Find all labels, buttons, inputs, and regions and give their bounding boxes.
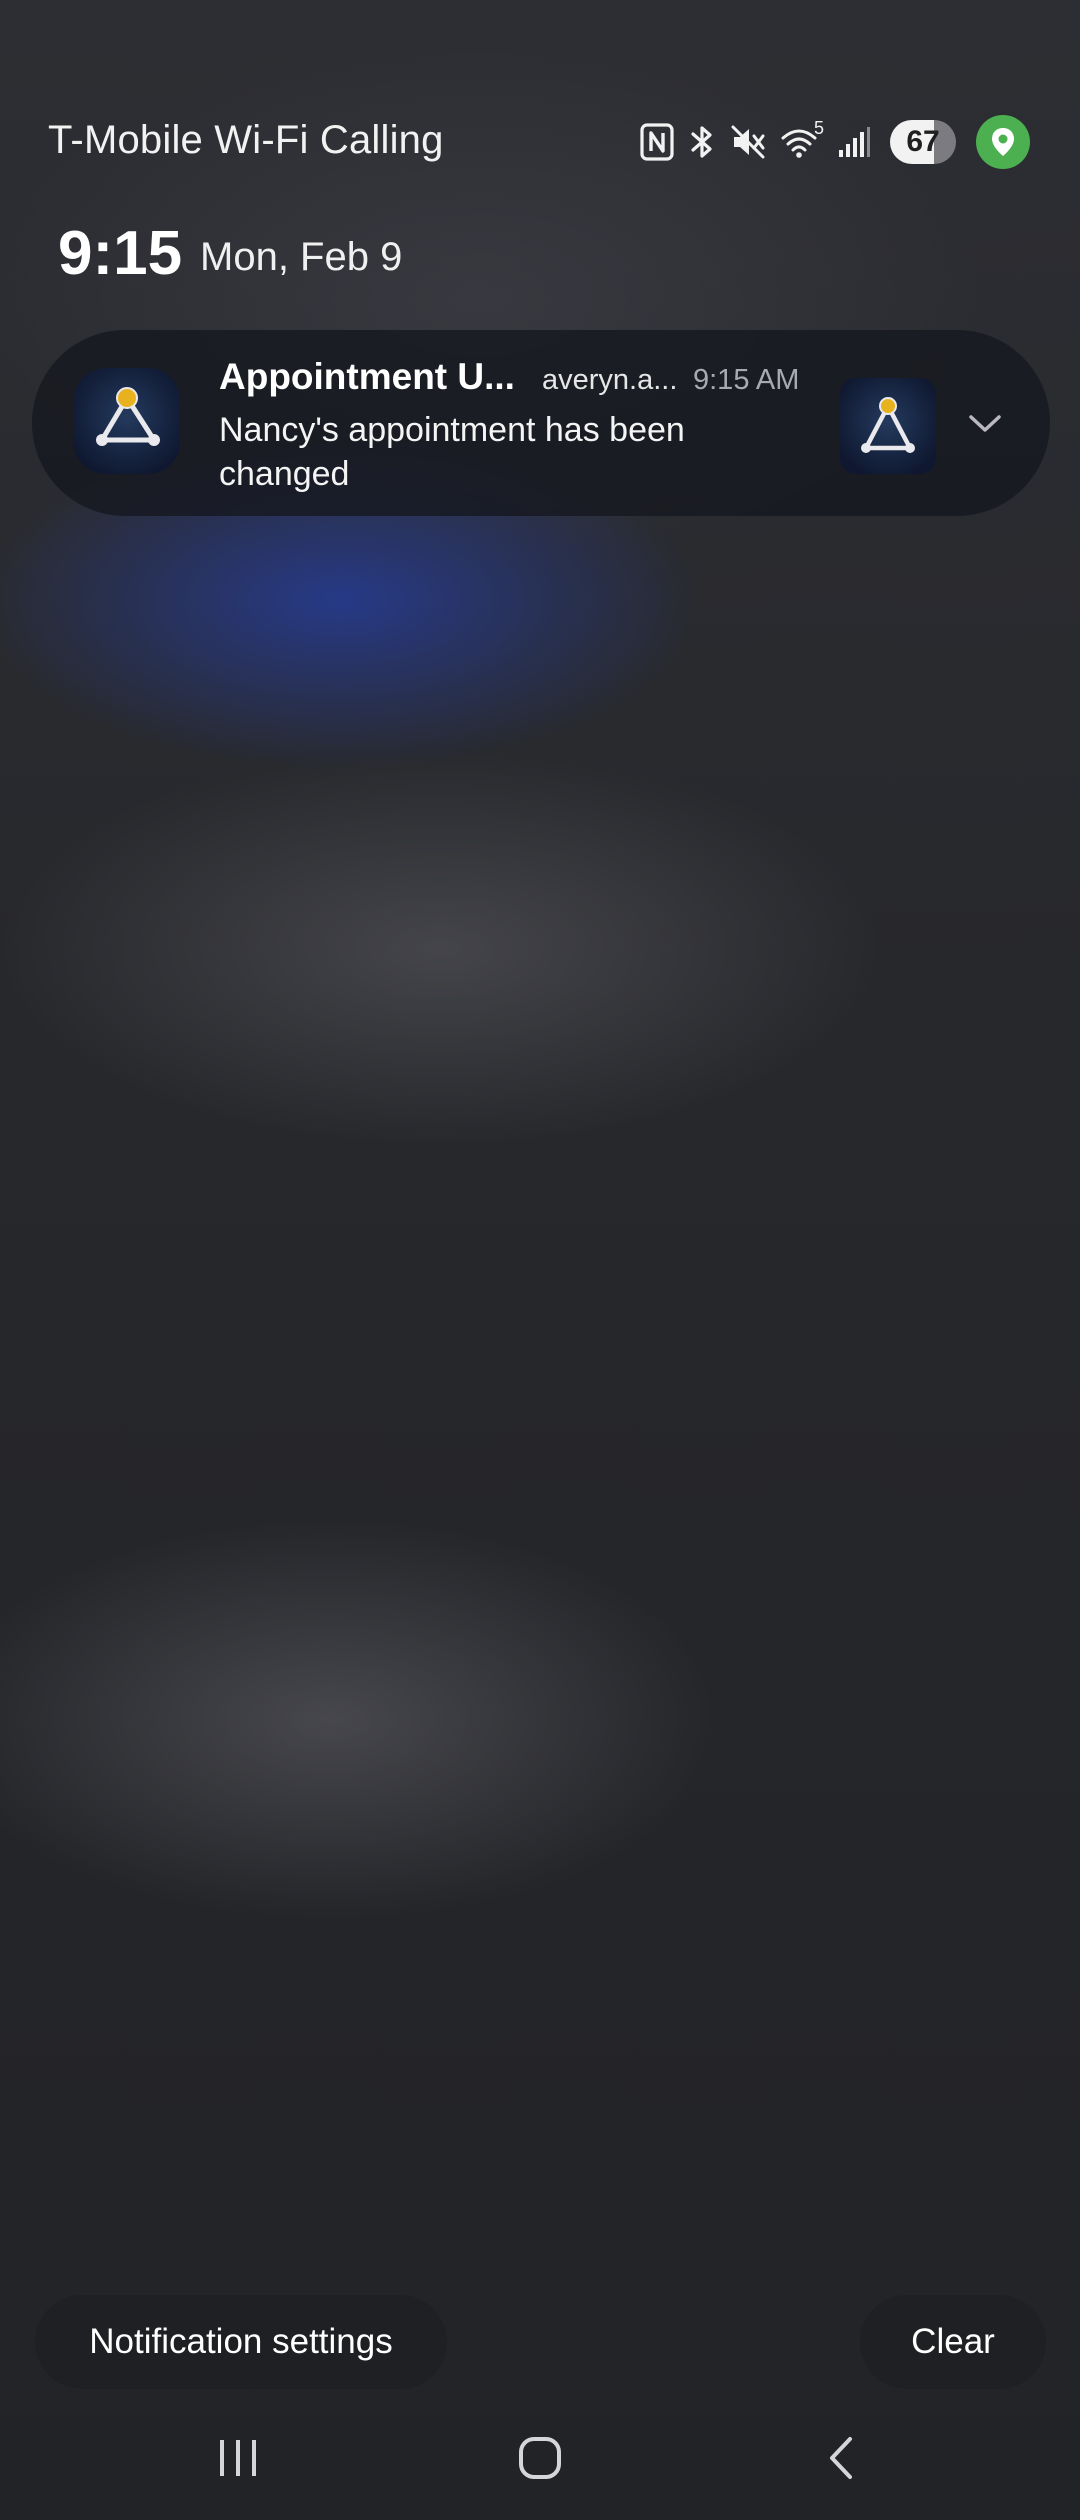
- triangle-app-icon: [74, 368, 180, 474]
- nfc-icon: [640, 123, 674, 161]
- recents-icon[interactable]: [188, 2418, 288, 2498]
- back-icon[interactable]: [792, 2418, 892, 2498]
- battery-icon: 67: [890, 120, 956, 164]
- clock-date: Mon, Feb 9: [200, 235, 403, 279]
- notification-card[interactable]: Appointment U... averyn.a... 9:15 AM Nan…: [32, 330, 1050, 516]
- signal-icon: [836, 124, 872, 160]
- wifi-badge: 5: [813, 118, 824, 138]
- location-icon: [976, 115, 1030, 169]
- clock-time: 9:15: [58, 219, 183, 288]
- notification-time: 9:15 AM: [693, 364, 800, 396]
- bluetooth-icon: [688, 123, 716, 161]
- status-icons: 5 67: [640, 112, 1030, 172]
- wifi-icon: 5: [780, 118, 824, 160]
- chevron-down-icon[interactable]: [952, 390, 1018, 456]
- notification-settings-button[interactable]: Notification settings: [35, 2295, 447, 2389]
- notification-title: Appointment U...: [219, 356, 515, 397]
- triangle-thumbnail-icon: [840, 378, 936, 474]
- navigation-bar: [0, 2400, 1080, 2520]
- status-bar: T-Mobile Wi-Fi Calling 5 67: [0, 0, 1080, 200]
- clear-button[interactable]: Clear: [860, 2295, 1046, 2389]
- notification-body: Nancy's appointment has been changed: [219, 411, 685, 493]
- home-icon[interactable]: [490, 2418, 590, 2498]
- notification-account: averyn.a...: [542, 364, 678, 396]
- mute-icon: [730, 124, 766, 160]
- carrier-label: T-Mobile Wi-Fi Calling: [48, 118, 444, 162]
